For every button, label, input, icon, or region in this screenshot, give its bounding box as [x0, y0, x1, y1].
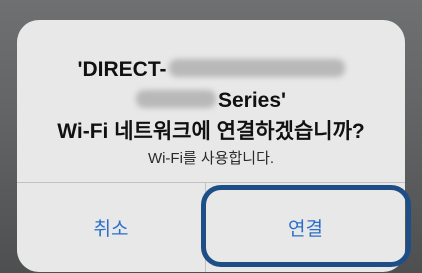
- dialog-title: 'DIRECT- Series' Wi-Fi 네트워크에 연결하겠습니까?: [17, 54, 405, 147]
- network-name-suffix: Series': [217, 89, 287, 112]
- connect-button-label: 연결: [288, 219, 323, 240]
- dialog-message: Wi-Fi를 사용합니다.: [147, 150, 275, 167]
- network-name-prefix: 'DIRECT-: [77, 58, 167, 81]
- dialog-question: Wi-Fi 네트워크에 연결하겠습니까?: [57, 120, 365, 143]
- dialog-title-line-1: 'DIRECT-: [17, 54, 405, 85]
- redacted-model-name: [135, 90, 216, 109]
- cancel-button-label: 취소: [93, 219, 129, 240]
- wifi-connect-dialog: 'DIRECT- Series' Wi-Fi 네트워크에 연결하겠습니까? Wi…: [17, 20, 405, 272]
- connect-button[interactable]: 연결: [206, 183, 405, 272]
- redacted-network-id: [168, 59, 345, 78]
- cancel-button[interactable]: 취소: [17, 183, 205, 272]
- dialog-title-line-2: Series': [17, 85, 405, 116]
